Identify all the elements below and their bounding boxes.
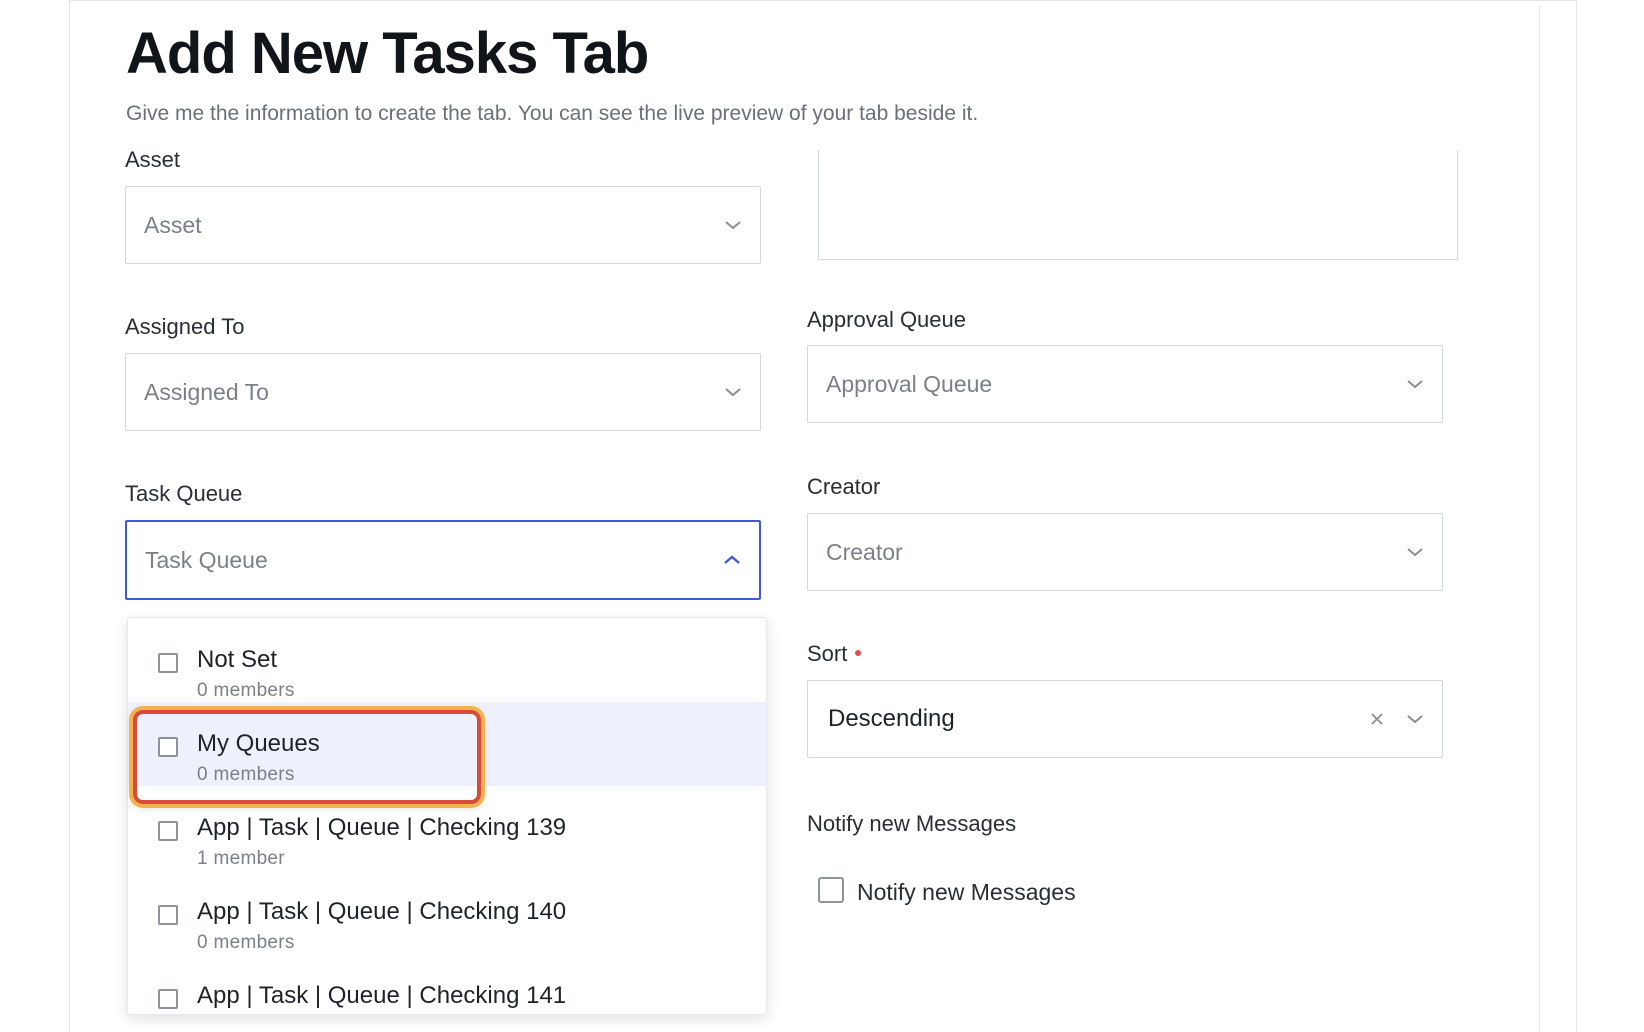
- description-textarea[interactable]: [818, 150, 1458, 260]
- list-item[interactable]: App | Task | Queue | Checking 139 1 memb…: [128, 786, 766, 870]
- list-item[interactable]: My Queues 0 members: [128, 702, 766, 786]
- option-checkbox[interactable]: [158, 821, 178, 841]
- option-checkbox[interactable]: [158, 737, 178, 757]
- chevron-down-icon: [1407, 380, 1423, 389]
- task-queue-label: Task Queue: [125, 481, 243, 506]
- option-members: 0 members: [197, 764, 295, 785]
- option-members: 0 members: [197, 932, 295, 953]
- notify-checkbox-label[interactable]: Notify new Messages: [857, 879, 1076, 906]
- option-members: 0 members: [197, 680, 295, 701]
- page-subtitle: Give me the information to create the ta…: [126, 102, 979, 125]
- option-name: Not Set: [197, 646, 278, 673]
- option-name: My Queues: [197, 730, 320, 757]
- sort-value: Descending: [828, 705, 955, 732]
- option-name: App | Task | Queue | Checking 141: [197, 982, 567, 1009]
- divider: [1539, 6, 1540, 1032]
- chevron-up-icon: [724, 555, 740, 564]
- required-indicator: [855, 650, 862, 657]
- task-queue-select[interactable]: Task Queue: [125, 520, 761, 600]
- option-checkbox[interactable]: [158, 989, 178, 1009]
- notify-checkbox[interactable]: [818, 877, 844, 903]
- chevron-down-icon: [1407, 715, 1423, 724]
- task-queue-placeholder: Task Queue: [145, 546, 268, 573]
- option-name: App | Task | Queue | Checking 139: [197, 814, 567, 841]
- option-checkbox[interactable]: [158, 905, 178, 925]
- creator-select[interactable]: Creator: [807, 513, 1443, 591]
- close-icon[interactable]: [1370, 712, 1384, 726]
- assigned-to-placeholder: Assigned To: [144, 378, 269, 405]
- chevron-down-icon: [1407, 548, 1423, 557]
- option-name: App | Task | Queue | Checking 140: [197, 898, 567, 925]
- approval-queue-label: Approval Queue: [807, 307, 966, 332]
- notify-label: Notify new Messages: [807, 811, 1017, 836]
- sort-select[interactable]: Descending: [807, 680, 1443, 758]
- chevron-down-icon: [725, 388, 741, 397]
- sort-label: Sort: [807, 641, 862, 667]
- asset-select[interactable]: Asset: [125, 186, 761, 264]
- option-checkbox[interactable]: [158, 653, 178, 673]
- approval-queue-placeholder: Approval Queue: [826, 370, 993, 397]
- list-item[interactable]: App | Task | Queue | Checking 141: [128, 954, 766, 1014]
- creator-label: Creator: [807, 474, 881, 499]
- sort-label-text: Sort: [807, 641, 848, 666]
- task-queue-dropdown: Not Set 0 members My Queues 0 members Ap…: [127, 617, 767, 1015]
- option-members: 1 member: [197, 848, 285, 869]
- asset-placeholder: Asset: [144, 211, 202, 238]
- asset-label: Asset: [125, 147, 181, 172]
- list-item[interactable]: App | Task | Queue | Checking 140 0 memb…: [128, 870, 766, 954]
- approval-queue-select[interactable]: Approval Queue: [807, 345, 1443, 423]
- page-title: Add New Tasks Tab: [126, 21, 649, 86]
- list-item[interactable]: Not Set 0 members: [128, 618, 766, 702]
- chevron-down-icon: [725, 221, 741, 230]
- assigned-to-label: Assigned To: [125, 314, 245, 339]
- assigned-to-select[interactable]: Assigned To: [125, 353, 761, 431]
- creator-placeholder: Creator: [826, 538, 903, 565]
